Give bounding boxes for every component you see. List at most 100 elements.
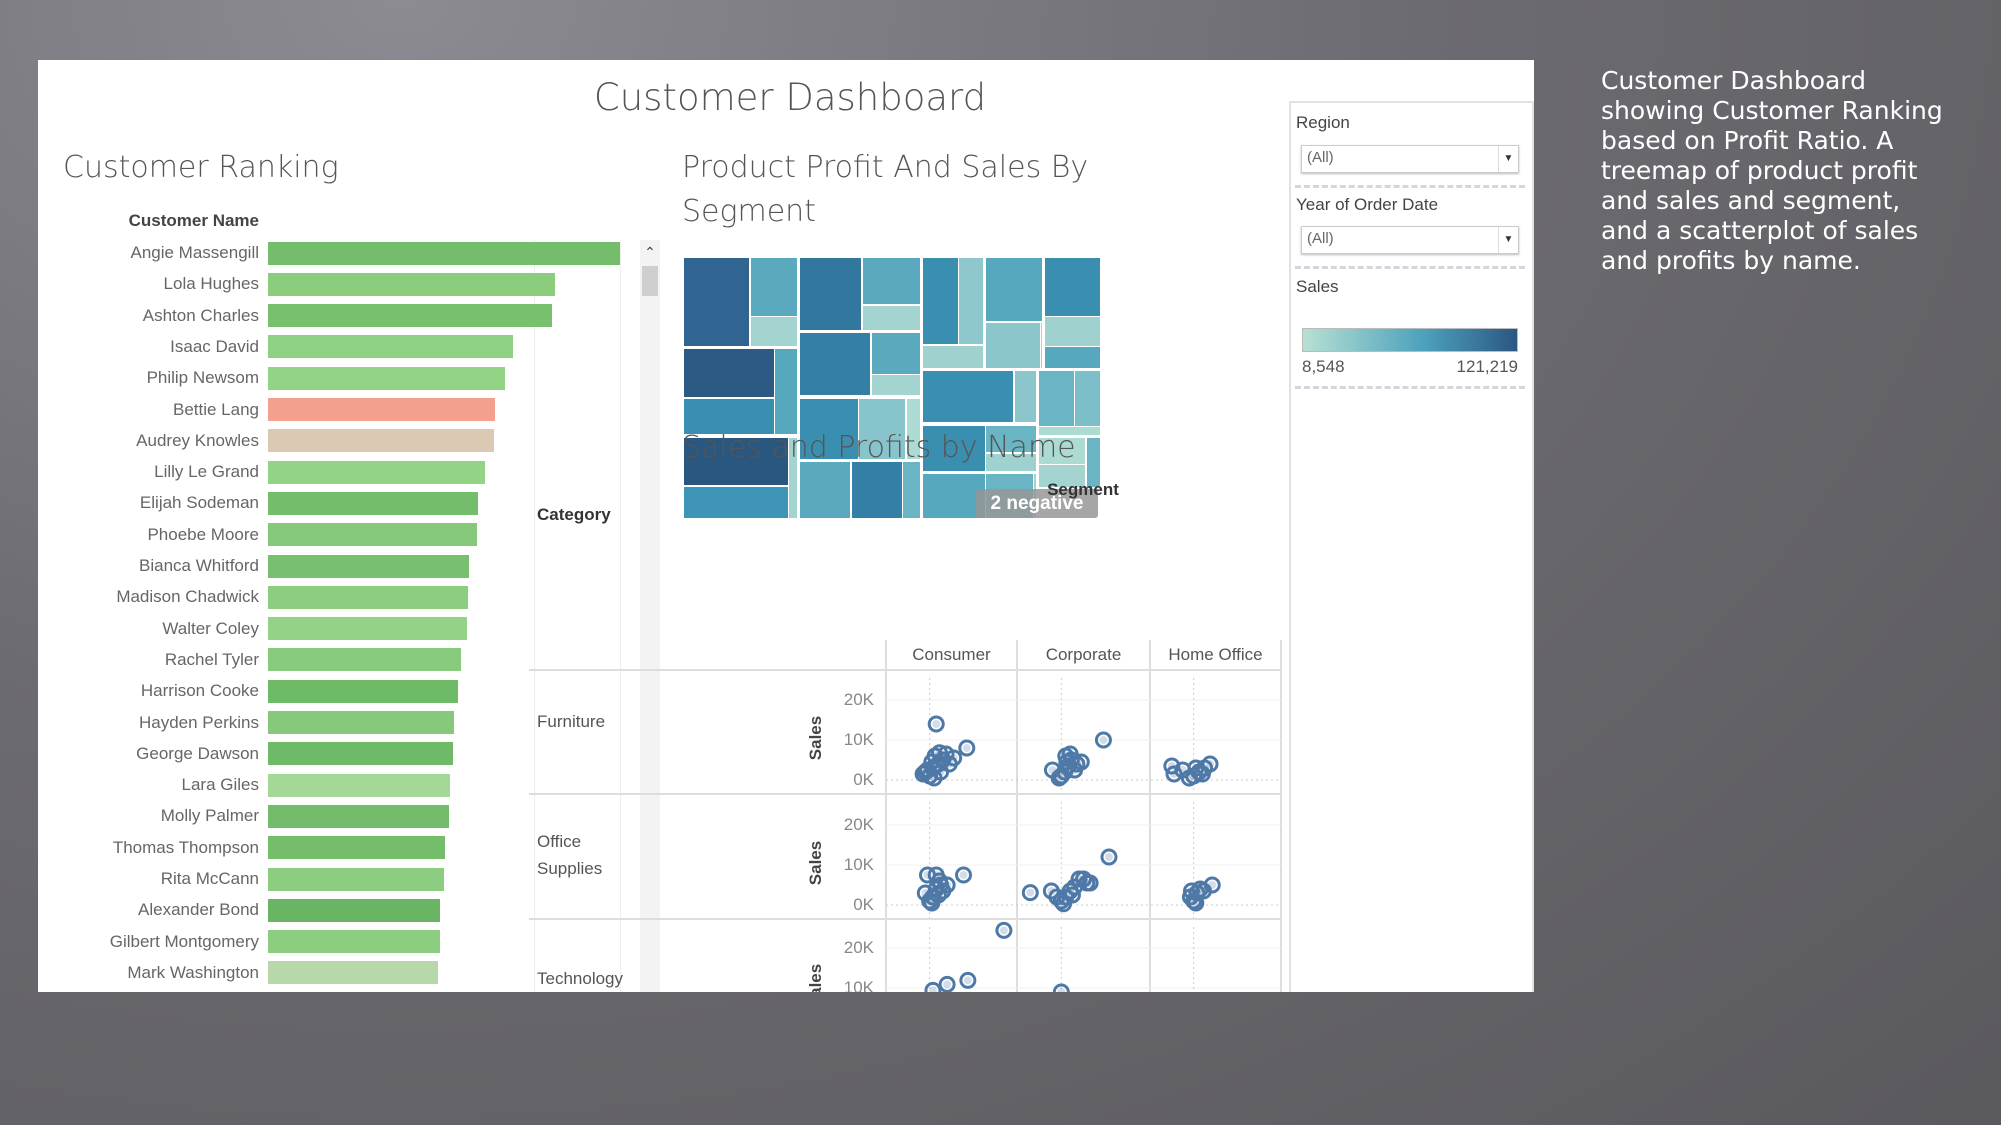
customer-bar[interactable]	[268, 867, 444, 891]
treemap-cell[interactable]	[1039, 370, 1074, 426]
scatter-point-fill	[1067, 756, 1076, 764]
customer-bar[interactable]	[268, 804, 449, 828]
treemap-cell[interactable]	[862, 306, 920, 330]
customer-label[interactable]: Molly Palmer	[38, 806, 259, 826]
customer-label[interactable]: Lara Giles	[38, 775, 259, 795]
treemap-cell[interactable]	[959, 258, 984, 345]
treemap[interactable]: 2 negative	[684, 258, 1100, 518]
customer-bar[interactable]	[268, 585, 469, 609]
scatter-point	[958, 739, 976, 757]
customer-label[interactable]: Alexander Bond	[38, 900, 259, 920]
customer-bar[interactable]	[268, 836, 446, 860]
scatter-point-fill	[927, 758, 936, 766]
treemap-cell[interactable]	[1045, 258, 1100, 316]
treemap-cell[interactable]	[1040, 323, 1043, 368]
customer-label[interactable]: Philip Newsom	[38, 368, 259, 388]
customer-label[interactable]: Rachel Tyler	[38, 650, 259, 670]
customer-label[interactable]: Hayden Perkins	[38, 713, 259, 733]
treemap-cell[interactable]	[1045, 317, 1100, 346]
category-header: Category	[537, 505, 611, 524]
scatter-point	[955, 866, 973, 884]
scatter-point	[1081, 874, 1099, 892]
customer-label[interactable]: Bettie Lang	[38, 400, 259, 420]
customer-bar[interactable]	[268, 742, 453, 766]
customer-label[interactable]: Rita McCann	[38, 869, 259, 889]
year-dropdown[interactable]: (All) ▼	[1301, 226, 1519, 254]
dropdown-arrow-icon[interactable]: ▼	[1498, 227, 1518, 253]
scatter-point	[1185, 892, 1203, 910]
treemap-cell[interactable]	[751, 317, 797, 346]
customer-label[interactable]: Ashton Charles	[38, 306, 259, 326]
description-line: and sales and segment,	[1601, 186, 1901, 215]
customer-label[interactable]: Elijah Sodeman	[38, 493, 259, 513]
customer-label[interactable]: George Dawson	[38, 744, 259, 764]
treemap-cell[interactable]	[1045, 347, 1100, 368]
treemap-cell[interactable]	[684, 486, 788, 518]
dropdown-arrow-icon[interactable]: ▼	[1498, 146, 1518, 172]
customer-bar[interactable]	[268, 898, 441, 922]
customer-bar[interactable]	[268, 648, 461, 672]
customer-bar[interactable]	[268, 617, 467, 641]
scroll-thumb[interactable]	[642, 266, 658, 296]
treemap-cell[interactable]	[922, 345, 984, 368]
customer-bar[interactable]	[268, 491, 479, 515]
customer-bar[interactable]	[268, 241, 620, 265]
treemap-cell[interactable]	[1014, 370, 1037, 423]
customer-bar[interactable]	[268, 335, 513, 359]
treemap-cell[interactable]	[684, 348, 774, 397]
scatter-point-fill	[923, 871, 932, 879]
treemap-cell[interactable]	[922, 258, 958, 345]
customer-name-header[interactable]: Customer Name	[38, 211, 259, 231]
scatter-point	[938, 975, 956, 992]
treemap-cell[interactable]	[775, 348, 797, 435]
customer-bar[interactable]	[268, 554, 470, 578]
customer-bar[interactable]	[268, 711, 455, 734]
treemap-cell[interactable]	[751, 258, 797, 316]
scatter-point	[934, 751, 952, 769]
customer-bar[interactable]	[268, 961, 438, 985]
treemap-cell[interactable]	[922, 370, 1014, 423]
customer-label[interactable]: Mark Washington	[38, 963, 259, 983]
customer-label[interactable]: Harrison Cooke	[38, 681, 259, 701]
customer-bar[interactable]	[268, 429, 494, 453]
scroll-up-chevron-icon[interactable]: ⌃	[640, 244, 660, 261]
treemap-cell[interactable]	[986, 258, 1043, 322]
customer-bar[interactable]	[268, 523, 478, 547]
customer-label[interactable]: Bianca Whitford	[38, 556, 259, 576]
scatter-point-fill	[1196, 885, 1205, 893]
scatter-point-fill	[1057, 897, 1066, 905]
customer-bar[interactable]	[268, 272, 555, 296]
scatter-point	[1180, 769, 1198, 787]
scatter-point-fill	[928, 764, 937, 772]
treemap-cell[interactable]	[799, 258, 862, 330]
ranking-title: Customer Ranking	[63, 150, 339, 185]
treemap-cell[interactable]	[684, 258, 750, 346]
customer-label[interactable]: Phoebe Moore	[38, 525, 259, 545]
customer-label[interactable]: Lola Hughes	[38, 274, 259, 294]
customer-label[interactable]: Madison Chadwick	[38, 587, 259, 607]
region-dropdown[interactable]: (All) ▼	[1301, 145, 1519, 173]
ranking-scrollbar[interactable]: ⌃	[640, 240, 660, 992]
customer-bar[interactable]	[268, 930, 441, 954]
customer-label[interactable]: Isaac David	[38, 337, 259, 357]
customer-label[interactable]: Angie Massengill	[38, 243, 259, 263]
customer-label[interactable]: Audrey Knowles	[38, 431, 259, 451]
customer-label[interactable]: Gilbert Montgomery	[38, 932, 259, 952]
treemap-cell[interactable]	[871, 375, 920, 396]
treemap-cell[interactable]	[986, 323, 1040, 368]
customer-bar[interactable]	[268, 679, 459, 703]
customer-bar[interactable]	[268, 398, 496, 421]
scatter-point-fill	[925, 772, 934, 780]
customer-bar[interactable]	[268, 460, 485, 484]
customer-label[interactable]: Walter Coley	[38, 619, 259, 639]
y-tick-label: 10K	[843, 730, 874, 749]
customer-bar[interactable]	[268, 366, 506, 390]
treemap-cell[interactable]	[799, 332, 871, 396]
customer-label[interactable]: Lilly Le Grand	[38, 462, 259, 482]
treemap-cell[interactable]	[862, 258, 920, 305]
customer-bar[interactable]	[268, 304, 553, 328]
customer-bar[interactable]	[268, 773, 451, 797]
customer-label[interactable]: Thomas Thompson	[38, 838, 259, 858]
treemap-cell[interactable]	[871, 332, 920, 374]
treemap-cell[interactable]	[1075, 370, 1100, 426]
